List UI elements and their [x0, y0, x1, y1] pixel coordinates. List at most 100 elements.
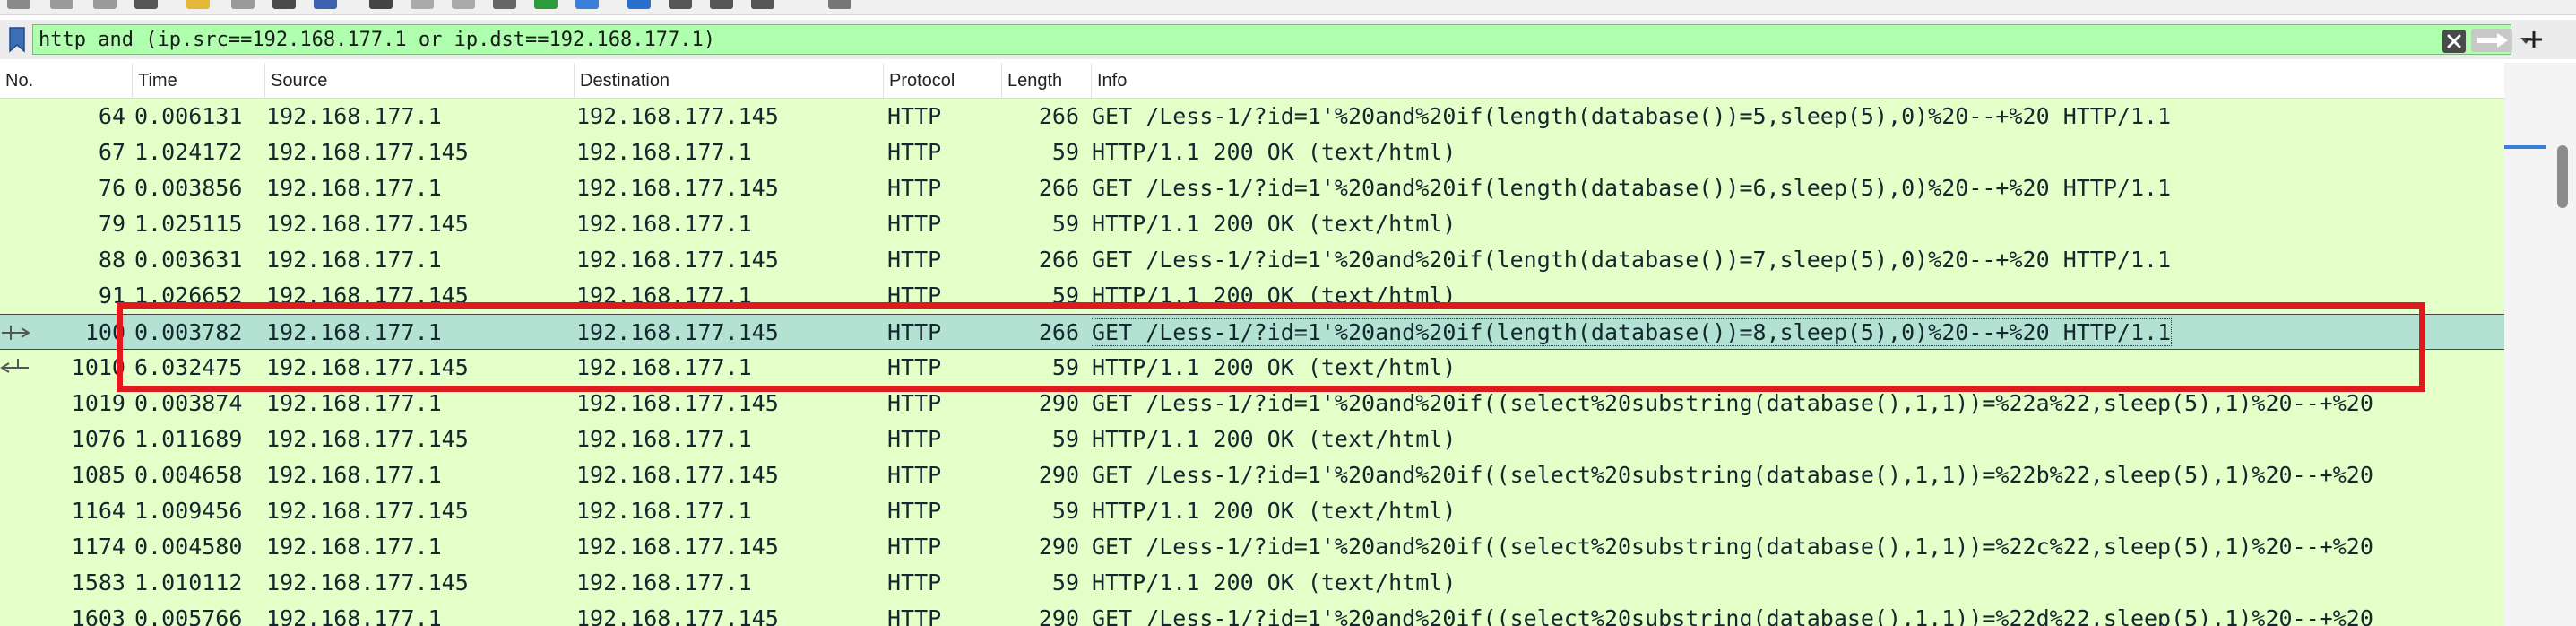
go-forward-icon[interactable] — [272, 0, 296, 9]
packet-info: HTTP/1.1 200 OK (text/html) — [1092, 211, 1457, 237]
close-icon[interactable] — [2442, 30, 2466, 53]
close-file-icon[interactable] — [93, 0, 117, 9]
packet-protocol: HTTP — [887, 605, 942, 626]
packet-row[interactable]: 1019 0.003874 192.168.177.1 192.168.177.… — [0, 386, 2504, 422]
zoom-normal-icon[interactable] — [751, 0, 774, 9]
packet-time: 1.026652 — [134, 283, 243, 309]
packet-row[interactable]: 79 1.025115 192.168.177.145 192.168.177.… — [0, 206, 2504, 242]
packet-time: 0.003782 — [134, 319, 243, 345]
go-to-packet-icon[interactable] — [314, 0, 337, 9]
packet-row-selected[interactable]: 100 0.003782 192.168.177.1 192.168.177.1… — [0, 314, 2504, 350]
packet-time: 6.032475 — [134, 354, 243, 380]
packet-length: 59 — [1051, 354, 1079, 380]
packet-no: 64 — [98, 103, 125, 129]
last-packet-icon[interactable] — [493, 0, 516, 9]
packet-list: No. Time Source Destination Protocol Len… — [0, 63, 2504, 626]
packet-protocol: HTTP — [887, 283, 942, 309]
packet-no: 1019 — [71, 390, 125, 416]
save-file-icon[interactable] — [50, 0, 73, 9]
packet-destination: 192.168.177.1 — [576, 283, 752, 309]
packet-length: 266 — [1038, 319, 1079, 345]
packet-row[interactable]: 67 1.024172 192.168.177.145 192.168.177.… — [0, 135, 2504, 170]
find-packet-icon[interactable] — [186, 0, 210, 9]
packet-time: 1.025115 — [134, 211, 243, 237]
previous-packet-icon[interactable] — [411, 0, 434, 9]
packet-row[interactable]: 1085 0.004658 192.168.177.1 192.168.177.… — [0, 457, 2504, 493]
go-back-icon[interactable] — [231, 0, 255, 9]
zoom-out-icon[interactable] — [669, 0, 692, 9]
packet-length: 290 — [1038, 390, 1079, 416]
packet-row[interactable]: 64 0.006131 192.168.177.1 192.168.177.14… — [0, 99, 2504, 135]
packet-time: 1.010112 — [134, 569, 243, 596]
packet-protocol: HTTP — [887, 498, 942, 524]
resize-columns-icon[interactable] — [828, 0, 851, 9]
autoscroll-icon[interactable] — [575, 0, 599, 9]
open-file-icon[interactable] — [7, 0, 30, 9]
packet-row[interactable]: 1603 0.005766 192.168.177.1 192.168.177.… — [0, 601, 2504, 626]
packet-destination: 192.168.177.145 — [576, 247, 779, 273]
packet-row[interactable]: 88 0.003631 192.168.177.1 192.168.177.14… — [0, 242, 2504, 278]
packet-protocol: HTTP — [887, 569, 942, 596]
packet-protocol: HTTP — [887, 247, 942, 273]
packet-source: 192.168.177.145 — [266, 354, 469, 380]
packet-protocol: HTTP — [887, 426, 942, 452]
packet-length: 290 — [1038, 462, 1079, 488]
packet-row[interactable]: 1583 1.010112 192.168.177.145 192.168.17… — [0, 565, 2504, 601]
colorize-icon[interactable] — [534, 0, 558, 9]
packet-time: 0.005766 — [134, 605, 243, 626]
packet-destination: 192.168.177.145 — [576, 319, 779, 345]
packet-no: 67 — [98, 139, 125, 165]
column-header-length[interactable]: Length — [1002, 63, 1092, 99]
bookmark-icon[interactable] — [4, 24, 30, 55]
packet-time: 0.003631 — [134, 247, 243, 273]
column-header-source[interactable]: Source — [265, 63, 575, 99]
packet-info: HTTP/1.1 200 OK (text/html) — [1092, 498, 1457, 524]
packet-destination: 192.168.177.145 — [576, 175, 779, 201]
packet-time: 0.003874 — [134, 390, 243, 416]
packet-row[interactable]: 1164 1.009456 192.168.177.145 192.168.17… — [0, 493, 2504, 529]
zoom-reset-icon[interactable] — [710, 0, 733, 9]
column-header-no[interactable]: No. — [0, 63, 133, 99]
display-filter-input[interactable]: http and (ip.src==192.168.177.1 or ip.ds… — [32, 24, 2531, 55]
scrollbar-thumb[interactable] — [2557, 145, 2568, 208]
column-header-time[interactable]: Time — [133, 63, 265, 99]
first-packet-icon[interactable] — [369, 0, 393, 9]
packet-source: 192.168.177.145 — [266, 139, 469, 165]
reload-icon[interactable] — [134, 0, 158, 9]
packet-source: 192.168.177.1 — [266, 247, 442, 273]
plus-icon[interactable] — [2519, 24, 2549, 55]
packet-protocol: HTTP — [887, 211, 942, 237]
packet-info-container: GET /Less-1/?id=1'%20and%20if(length(dat… — [1092, 315, 2504, 351]
packet-no: 1174 — [71, 534, 125, 560]
packet-row[interactable]: 1174 0.004580 192.168.177.1 192.168.177.… — [0, 529, 2504, 565]
display-filter-text[interactable]: http and (ip.src==192.168.177.1 or ip.ds… — [39, 28, 715, 53]
packet-no: 1085 — [71, 462, 125, 488]
packet-no: 1010 — [71, 354, 125, 380]
next-packet-icon[interactable] — [452, 0, 475, 9]
packet-length: 266 — [1038, 103, 1079, 129]
zoom-in-icon[interactable] — [627, 0, 651, 9]
vertical-scrollbar[interactable] — [2554, 63, 2571, 626]
packet-row[interactable]: 91 1.026652 192.168.177.145 192.168.177.… — [0, 278, 2504, 314]
packet-time: 1.009456 — [134, 498, 243, 524]
packet-source: 192.168.177.1 — [266, 103, 442, 129]
display-filter-bar: http and (ip.src==192.168.177.1 or ip.ds… — [0, 20, 2576, 59]
packet-row[interactable]: 1010 6.032475 192.168.177.145 192.168.17… — [0, 350, 2504, 386]
packet-time: 1.024172 — [134, 139, 243, 165]
column-header-info[interactable]: Info — [1092, 63, 2504, 99]
packet-row[interactable]: 76 0.003856 192.168.177.1 192.168.177.14… — [0, 170, 2504, 206]
column-header-protocol[interactable]: Protocol — [884, 63, 1002, 99]
packet-length: 59 — [1051, 426, 1079, 452]
packet-destination: 192.168.177.1 — [576, 426, 752, 452]
packet-info: GET /Less-1/?id=1'%20and%20if((select%20… — [1092, 534, 2373, 560]
packet-info: HTTP/1.1 200 OK (text/html) — [1092, 283, 1457, 309]
column-header-destination[interactable]: Destination — [575, 63, 884, 99]
arrow-right-icon[interactable] — [2471, 29, 2512, 52]
packet-length: 59 — [1051, 211, 1079, 237]
packet-info: GET /Less-1/?id=1'%20and%20if((select%20… — [1092, 390, 2373, 416]
packet-protocol: HTTP — [887, 175, 942, 201]
packet-destination: 192.168.177.1 — [576, 211, 752, 237]
packet-row[interactable]: 1076 1.011689 192.168.177.145 192.168.17… — [0, 422, 2504, 457]
packet-destination: 192.168.177.1 — [576, 569, 752, 596]
packet-no: 1583 — [71, 569, 125, 596]
